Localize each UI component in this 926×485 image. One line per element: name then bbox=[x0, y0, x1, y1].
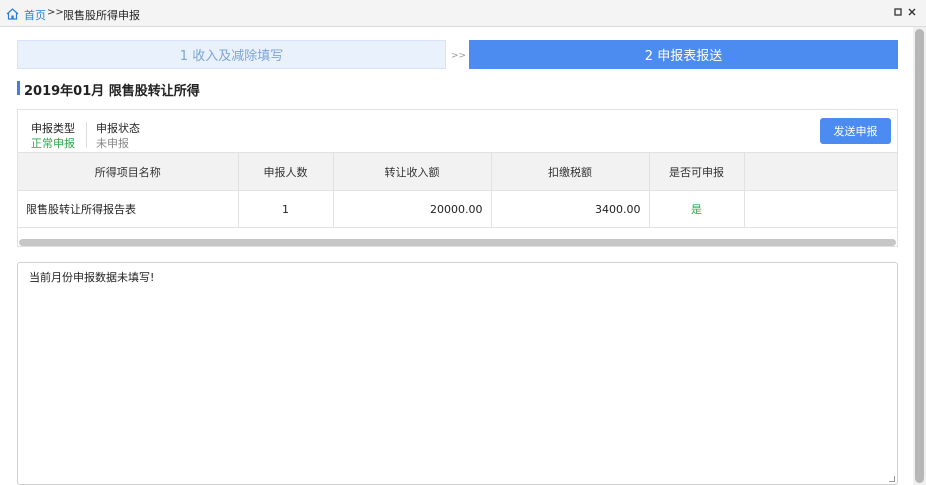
step-income-deduction[interactable]: 1 收入及减除填写 bbox=[17, 40, 446, 69]
column-header-withheld-tax: 扣缴税额 bbox=[491, 152, 650, 191]
declaration-status-value: 未申报 bbox=[96, 137, 129, 150]
info-divider bbox=[86, 122, 87, 148]
cell-empty bbox=[744, 190, 898, 228]
breadcrumb-current: 限售股所得申报 bbox=[63, 9, 140, 22]
declaration-table: 所得项目名称 申报人数 转让收入额 扣缴税额 是否可申报 限售股转让所得报告表 … bbox=[18, 152, 898, 228]
step-submit-report[interactable]: 2 申报表报送 bbox=[469, 40, 898, 69]
column-header-can-declare: 是否可申报 bbox=[649, 152, 745, 191]
declaration-type-value: 正常申报 bbox=[31, 137, 75, 150]
column-header-empty bbox=[744, 152, 898, 191]
horizontal-scrollbar[interactable] bbox=[19, 239, 896, 246]
declaration-type-label: 申报类型 bbox=[31, 122, 75, 135]
section-title-bar bbox=[17, 81, 20, 95]
resize-handle-icon[interactable] bbox=[889, 476, 895, 482]
title-bar: 首页 >> 限售股所得申报 bbox=[0, 0, 926, 27]
column-header-item-name: 所得项目名称 bbox=[18, 152, 239, 191]
step-arrow: >> bbox=[451, 51, 467, 61]
breadcrumb-separator: >> bbox=[47, 7, 64, 18]
declaration-panel: 申报类型 正常申报 申报状态 未申报 发送申报 所得项目名称 申报人数 转让收入… bbox=[17, 109, 898, 247]
close-icon[interactable] bbox=[906, 7, 918, 19]
cell-can-declare: 是 bbox=[649, 190, 745, 228]
column-header-person-count: 申报人数 bbox=[238, 152, 334, 191]
send-declaration-button[interactable]: 发送申报 bbox=[820, 118, 891, 144]
declaration-status-label: 申报状态 bbox=[96, 122, 140, 135]
message-text: 当前月份申报数据未填写! bbox=[29, 271, 155, 284]
cell-withheld-tax: 3400.00 bbox=[491, 190, 650, 228]
restore-icon[interactable] bbox=[892, 7, 904, 19]
message-textarea[interactable]: 当前月份申报数据未填写! bbox=[17, 262, 898, 485]
cell-person-count: 1 bbox=[238, 190, 334, 228]
home-icon[interactable] bbox=[6, 8, 19, 20]
breadcrumb-home-link[interactable]: 首页 bbox=[24, 7, 46, 23]
cell-item-name: 限售股转让所得报告表 bbox=[18, 190, 239, 228]
section-title: 2019年01月 限售股转让所得 bbox=[24, 84, 200, 99]
vertical-scrollbar-thumb[interactable] bbox=[915, 29, 924, 483]
table-header-row: 所得项目名称 申报人数 转让收入额 扣缴税额 是否可申报 bbox=[18, 152, 898, 191]
column-header-transfer-income: 转让收入额 bbox=[333, 152, 492, 191]
table-row[interactable]: 限售股转让所得报告表 1 20000.00 3400.00 是 bbox=[18, 190, 898, 228]
cell-transfer-income: 20000.00 bbox=[333, 190, 492, 228]
